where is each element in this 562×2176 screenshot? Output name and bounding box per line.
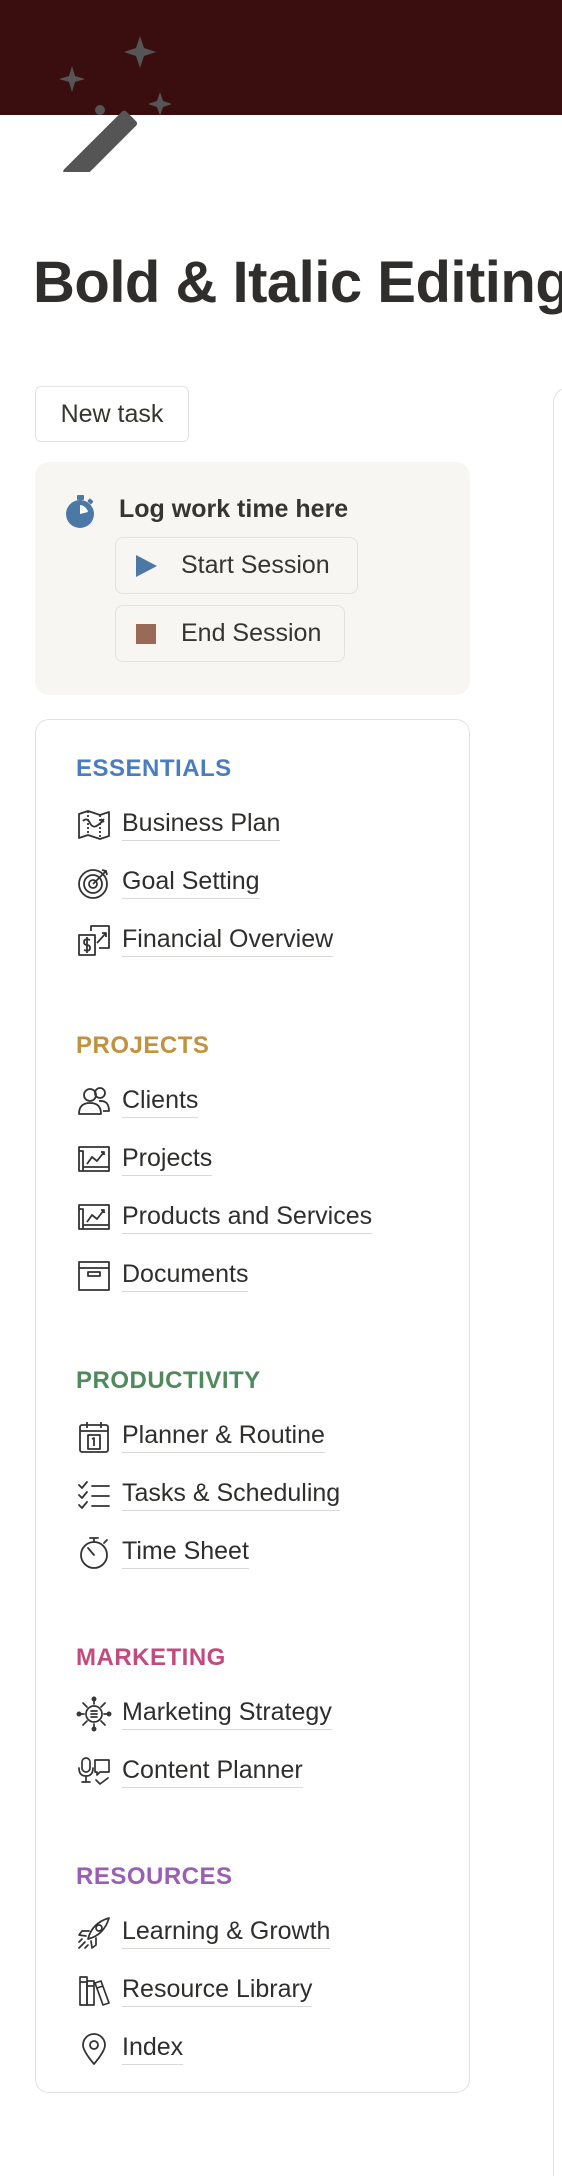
section-heading-essentials: ESSENTIALS [76, 755, 232, 782]
finance-icon [76, 923, 112, 959]
section-heading-productivity: PRODUCTIVITY [76, 1367, 261, 1394]
page-title: Bold & Italic Editing [33, 250, 562, 315]
nav-label-business-plan: Business Plan [122, 809, 281, 841]
nav-item-marketing-strategy[interactable]: Marketing Strategy [76, 1692, 332, 1736]
navigation-card: ESSENTIALS Business Plan Goal Setting Fi… [35, 719, 470, 2093]
location-pin-icon [76, 2031, 112, 2067]
nav-item-business-plan[interactable]: Business Plan [76, 803, 281, 847]
nav-item-tasks-scheduling[interactable]: Tasks & Scheduling [76, 1473, 341, 1517]
nav-label-time-sheet: Time Sheet [122, 1537, 249, 1569]
nav-item-content-planner[interactable]: Content Planner [76, 1750, 303, 1794]
section-heading-projects: PROJECTS [76, 1032, 210, 1059]
nav-label-resource-library: Resource Library [122, 1975, 313, 2007]
new-task-button[interactable]: New task [35, 386, 189, 442]
calendar-icon [76, 1419, 112, 1455]
nav-item-goal-setting[interactable]: Goal Setting [76, 861, 260, 905]
library-icon [76, 1973, 112, 2009]
section-heading-resources: RESOURCES [76, 1863, 233, 1890]
checklist-icon [76, 1477, 112, 1513]
log-work-label: Log work time here [119, 495, 349, 523]
end-session-label: End Session [181, 619, 322, 647]
page: Bold & Italic Editing New task Log work … [0, 0, 562, 2176]
start-session-label: Start Session [181, 551, 330, 579]
nav-label-goal-setting: Goal Setting [122, 867, 260, 899]
nav-item-learning-growth[interactable]: Learning & Growth [76, 1911, 331, 1955]
map-icon [76, 807, 112, 843]
nav-label-tasks-scheduling: Tasks & Scheduling [122, 1479, 341, 1511]
nav-label-marketing-strategy: Marketing Strategy [122, 1698, 332, 1730]
timer-icon [76, 1535, 112, 1571]
nav-label-financial-overview: Financial Overview [122, 925, 334, 957]
nav-item-financial-overview[interactable]: Financial Overview [76, 919, 334, 963]
chart-icon [76, 1200, 112, 1236]
nav-item-clients[interactable]: Clients [76, 1080, 199, 1124]
nav-label-index: Index [122, 2033, 184, 2065]
nav-label-planner-routine: Planner & Routine [122, 1421, 325, 1453]
strategy-gear-icon [76, 1696, 112, 1732]
nav-item-planner-routine[interactable]: Planner & Routine [76, 1415, 325, 1459]
nav-label-products-and-services: Products and Services [122, 1202, 373, 1234]
people-icon [76, 1084, 112, 1120]
rocket-icon [76, 1915, 112, 1951]
nav-label-learning-growth: Learning & Growth [122, 1917, 331, 1949]
end-session-button[interactable]: End Session [115, 605, 345, 662]
nav-label-documents: Documents [122, 1260, 249, 1292]
chart-icon [76, 1142, 112, 1178]
stop-icon [136, 623, 156, 644]
stopwatch-icon [63, 494, 97, 530]
nav-item-documents[interactable]: Documents [76, 1254, 249, 1298]
section-heading-marketing: MARKETING [76, 1644, 226, 1671]
magic-wand-icon[interactable] [42, 36, 182, 185]
nav-item-index[interactable]: Index [76, 2027, 184, 2071]
nav-item-time-sheet[interactable]: Time Sheet [76, 1531, 249, 1575]
archive-box-icon [76, 1258, 112, 1294]
start-session-button[interactable]: Start Session [115, 537, 358, 594]
target-icon [76, 865, 112, 901]
adjacent-column-edge [553, 388, 562, 2176]
nav-item-projects[interactable]: Projects [76, 1138, 213, 1182]
play-icon [136, 554, 157, 577]
nav-item-resource-library[interactable]: Resource Library [76, 1969, 313, 2013]
nav-label-projects: Projects [122, 1144, 213, 1176]
nav-label-content-planner: Content Planner [122, 1756, 303, 1788]
log-work-callout: Log work time here Start Session End Ses… [35, 462, 470, 695]
nav-item-products-and-services[interactable]: Products and Services [76, 1196, 373, 1240]
nav-label-clients: Clients [122, 1086, 199, 1118]
podcast-icon [76, 1754, 112, 1790]
